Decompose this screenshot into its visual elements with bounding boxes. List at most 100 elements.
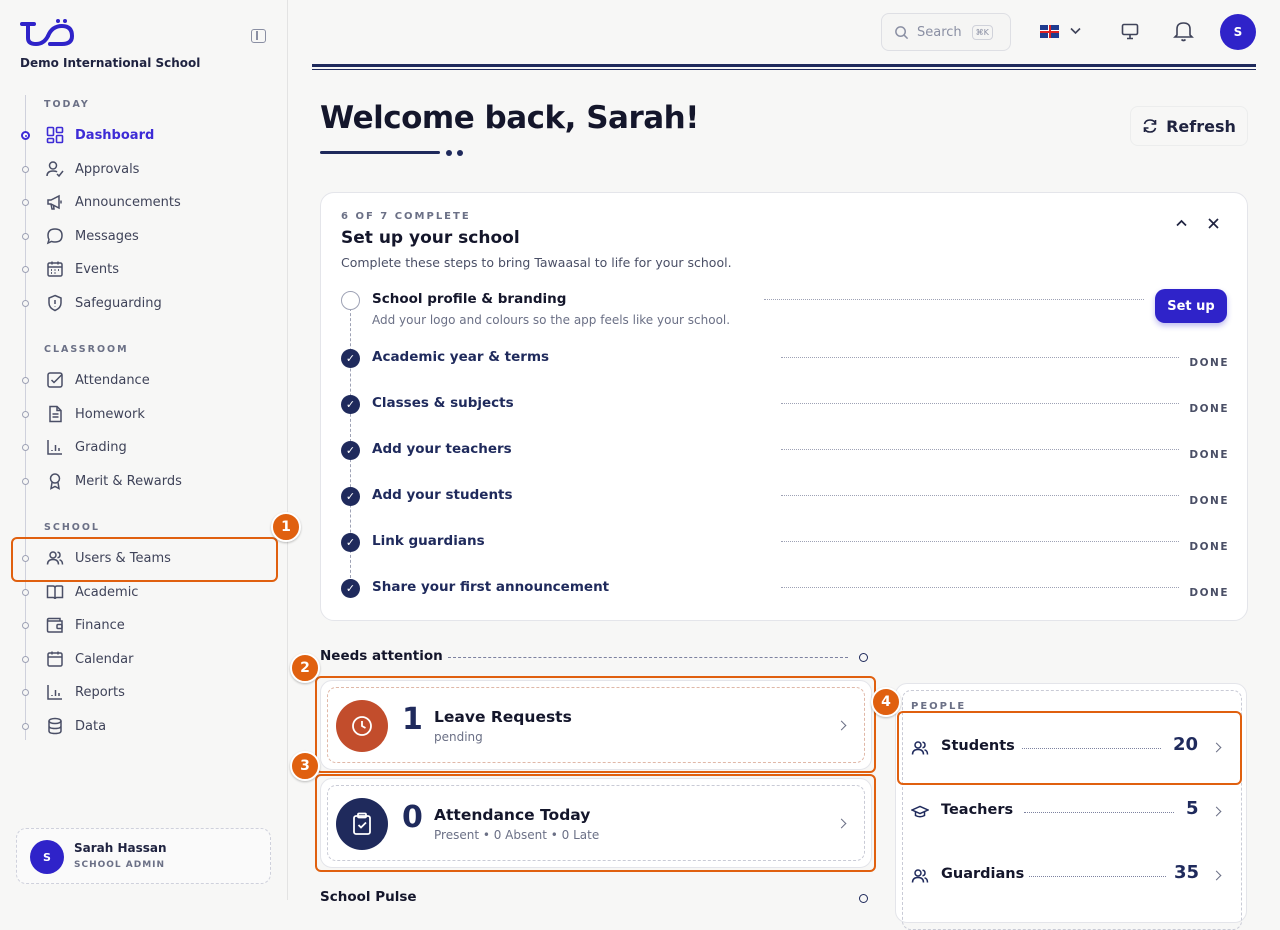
- nav-dot: [22, 166, 29, 173]
- setup-step[interactable]: School profile & branding Add your logo …: [321, 289, 1249, 329]
- step-label: Academic year & terms: [372, 349, 550, 365]
- sidebar-item-merit-rewards[interactable]: Merit & Rewards: [40, 466, 270, 496]
- monitor-icon[interactable]: [1121, 23, 1139, 40]
- annotation-badge-2: 2: [290, 653, 320, 683]
- nav-dot: [22, 199, 29, 206]
- refresh-button[interactable]: Refresh: [1130, 106, 1248, 146]
- people-row-teachers[interactable]: Teachers 5: [902, 782, 1242, 840]
- nav-dot-active: [21, 131, 30, 140]
- dashboard-icon: [45, 125, 65, 145]
- sidebar-item-label: Finance: [75, 617, 125, 633]
- row-leader: [1029, 876, 1166, 877]
- sidebar-item-safeguarding[interactable]: Safeguarding: [40, 288, 270, 318]
- highlight-box-3: [315, 774, 876, 872]
- chevron-right-icon: [1211, 806, 1222, 817]
- setup-step[interactable]: ✓ Share your first announcement DONE: [321, 577, 1249, 617]
- search-input[interactable]: Search ⌘K: [881, 13, 1011, 51]
- people-row-label: Guardians: [941, 866, 1025, 882]
- highlight-box-1: [11, 537, 278, 582]
- sidebar-item-data[interactable]: Data: [40, 711, 270, 741]
- step-status: DONE: [1189, 357, 1229, 369]
- title-underline-dot: [457, 150, 463, 156]
- step-status: DONE: [1189, 587, 1229, 599]
- section-label-school: SCHOOL: [44, 522, 100, 533]
- sidebar-item-messages[interactable]: Messages: [40, 221, 270, 251]
- title-underline-dot: [446, 150, 452, 156]
- section-rule: [448, 657, 848, 658]
- annotation-badge-3: 3: [290, 751, 320, 781]
- calendar-icon: [45, 649, 65, 669]
- sidebar-item-label: Grading: [75, 439, 127, 455]
- step-leader: [781, 449, 1179, 450]
- step-leader: [781, 587, 1179, 588]
- step-status: DONE: [1189, 495, 1229, 507]
- sidebar-item-dashboard[interactable]: Dashboard: [40, 120, 270, 150]
- guardians-count: 35: [1174, 862, 1200, 883]
- setup-step[interactable]: ✓ Add your teachers DONE: [321, 439, 1249, 479]
- page-title: Welcome back, Sarah!: [320, 100, 699, 136]
- sidebar-item-reports[interactable]: Reports: [40, 677, 270, 707]
- chevron-down-icon: [1070, 27, 1081, 35]
- sidebar-item-events[interactable]: Events: [40, 254, 270, 284]
- school-name: Demo International School: [20, 56, 201, 70]
- sidebar-item-label: Reports: [75, 684, 125, 700]
- people-row-guardians[interactable]: Guardians 35: [902, 846, 1242, 904]
- book-icon: [45, 582, 65, 602]
- people-row-label: Teachers: [941, 802, 1014, 818]
- row-leader: [1024, 812, 1174, 813]
- setup-description: Complete these steps to bring Tawaasal t…: [341, 255, 732, 270]
- chevron-right-icon: [1211, 870, 1222, 881]
- nav-dot: [22, 266, 29, 273]
- set-up-button[interactable]: Set up: [1155, 289, 1227, 323]
- sidebar-item-announcements[interactable]: Announcements: [40, 187, 270, 217]
- sidebar-item-label: Approvals: [75, 161, 140, 177]
- sidebar-item-label: Data: [75, 718, 107, 734]
- section-label-classroom: CLASSROOM: [44, 344, 129, 355]
- sidebar-item-finance[interactable]: Finance: [40, 610, 270, 640]
- nav-dot: [22, 622, 29, 629]
- step-label: School profile & branding: [372, 291, 567, 307]
- step-sub: Add your logo and colours so the app fee…: [372, 313, 731, 327]
- bell-icon[interactable]: [1173, 20, 1194, 42]
- nav-dot: [22, 411, 29, 418]
- language-selector[interactable]: [1036, 16, 1086, 48]
- sidebar-item-attendance[interactable]: Attendance: [40, 365, 270, 395]
- refresh-label: Refresh: [1166, 116, 1236, 136]
- document-icon: [45, 404, 65, 424]
- sidebar-item-grading[interactable]: Grading: [40, 432, 270, 462]
- setup-step[interactable]: ✓ Add your students DONE: [321, 485, 1249, 525]
- nav-dot: [22, 300, 29, 307]
- section-rule-end: [859, 894, 868, 903]
- setup-checklist-card: 6 OF 7 COMPLETE Set up your school Compl…: [320, 192, 1248, 621]
- header-avatar[interactable]: S: [1220, 14, 1256, 50]
- check-circle-icon: ✓: [341, 533, 360, 552]
- setup-step[interactable]: ✓ Link guardians DONE: [321, 531, 1249, 571]
- setup-progress: 6 OF 7 COMPLETE: [341, 211, 471, 222]
- user-check-icon: [45, 159, 65, 179]
- collapse-chevron-up-icon[interactable]: [1176, 219, 1187, 227]
- nav-dot: [22, 656, 29, 663]
- step-status: DONE: [1189, 449, 1229, 461]
- checkbox-icon: [45, 370, 65, 390]
- needs-attention-heading: Needs attention: [320, 648, 443, 664]
- current-user-card[interactable]: S Sarah Hassan SCHOOL ADMIN: [16, 828, 271, 884]
- setup-step[interactable]: ✓ Classes & subjects DONE: [321, 393, 1249, 433]
- bar-chart-icon: [45, 682, 65, 702]
- section-label-today: TODAY: [44, 99, 90, 110]
- sidebar-item-approvals[interactable]: Approvals: [40, 154, 270, 184]
- app-logo: [20, 19, 75, 47]
- section-rule-end: [859, 653, 868, 662]
- close-icon[interactable]: [1208, 218, 1219, 229]
- nav-dot: [22, 589, 29, 596]
- collapse-sidebar-icon[interactable]: [251, 29, 266, 43]
- uk-flag-icon: [1040, 25, 1059, 38]
- sidebar-item-label: Dashboard: [75, 127, 155, 143]
- setup-step[interactable]: ✓ Academic year & terms DONE: [321, 347, 1249, 387]
- nav-dot: [22, 233, 29, 240]
- highlight-box-2: [315, 676, 876, 773]
- sidebar-item-label: Attendance: [75, 372, 150, 388]
- highlight-box-4: [897, 711, 1242, 785]
- sidebar-item-homework[interactable]: Homework: [40, 399, 270, 429]
- sidebar-item-calendar[interactable]: Calendar: [40, 644, 270, 674]
- header-divider: [312, 64, 1256, 70]
